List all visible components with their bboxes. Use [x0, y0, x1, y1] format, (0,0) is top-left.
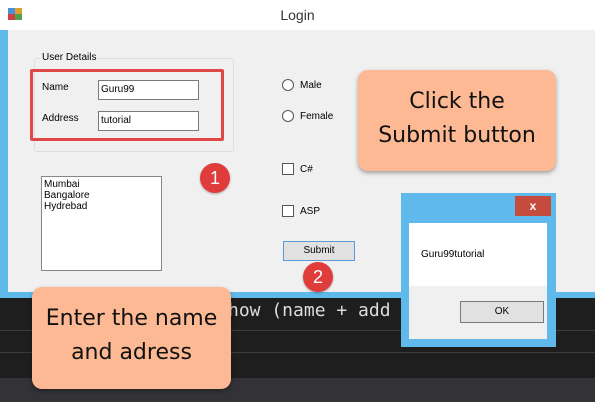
callout-line: and adress: [71, 340, 192, 365]
close-button[interactable]: x: [515, 196, 551, 216]
female-radio[interactable]: [282, 110, 294, 122]
callout-line: Click the: [409, 89, 505, 114]
name-address-highlight: [30, 69, 224, 141]
message-box: x Guru99tutorial OK: [401, 193, 556, 347]
list-item[interactable]: Mumbai: [44, 179, 159, 190]
message-footer: OK: [409, 286, 547, 339]
list-item[interactable]: Bangalore: [44, 190, 159, 201]
enter-name-callout: Enter the name and adress: [32, 287, 231, 389]
step-marker-2: 2: [303, 262, 333, 292]
window-title: Login: [280, 7, 315, 23]
click-submit-callout: Click the Submit button: [358, 70, 556, 171]
step-marker-1: 1: [200, 163, 230, 193]
csharp-checkbox[interactable]: [282, 163, 294, 175]
callout-line: Enter the name: [45, 306, 218, 331]
code-snippet: how (name + add: [228, 300, 391, 321]
csharp-label: C#: [300, 164, 313, 175]
user-details-title: User Details: [40, 52, 99, 63]
asp-label: ASP: [300, 206, 321, 217]
submit-button[interactable]: Submit: [283, 241, 355, 261]
title-bar: Login: [0, 0, 595, 30]
city-listbox[interactable]: Mumbai Bangalore Hydrebad: [41, 176, 162, 271]
male-radio[interactable]: [282, 79, 294, 91]
male-label: Male: [300, 80, 322, 91]
ok-button[interactable]: OK: [460, 301, 544, 323]
message-text: Guru99tutorial: [421, 249, 485, 260]
message-body: Guru99tutorial: [409, 223, 547, 286]
female-label: Female: [300, 111, 334, 122]
callout-line: Submit button: [378, 123, 536, 148]
list-item[interactable]: Hydrebad: [44, 201, 159, 212]
asp-checkbox[interactable]: [282, 205, 294, 217]
